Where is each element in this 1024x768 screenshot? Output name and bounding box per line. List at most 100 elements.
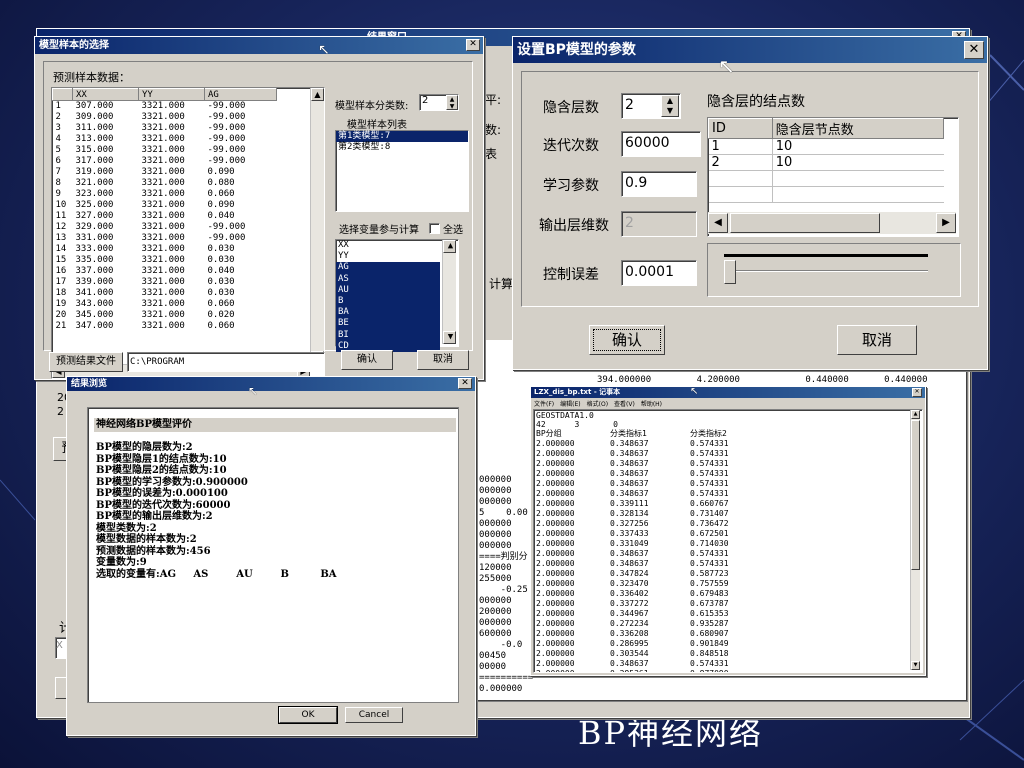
cursor-icon: ↖ [718,54,735,78]
error-slider[interactable] [707,243,961,297]
table-row[interactable]: 14 333.000 3321.000 0.030 [53,244,277,255]
list-item[interactable]: 第2类模型:8 [336,142,468,153]
scroll-up-icon[interactable]: ▲ [443,240,456,253]
table-row[interactable]: 21 347.000 3321.000 0.060 [53,321,277,332]
table-row[interactable] [708,186,944,203]
spin-icon[interactable]: ▲ ▼ [446,95,458,110]
table-row[interactable]: 4 313.000 3321.000 -99.000 [53,134,277,145]
menu-item[interactable]: 帮助(H) [641,401,662,408]
table-row[interactable]: 20 345.000 3321.000 0.020 [53,310,277,321]
table-row[interactable]: 8 321.000 3321.000 0.080 [53,178,277,189]
close-icon[interactable]: ✕ [466,39,480,51]
list-item[interactable]: BE [336,318,440,330]
table-row[interactable]: 12 329.000 3321.000 -99.000 [53,222,277,233]
close-icon[interactable]: ✕ [458,378,472,389]
table-cell[interactable]: 2 [708,154,773,171]
table-row[interactable]: 1 307.000 3321.000 -99.000 [53,101,277,113]
table-row[interactable]: 2 309.000 3321.000 -99.000 [53,112,277,123]
predict-file-button[interactable]: 预测结果文件 [49,352,123,372]
table-row[interactable]: 16 337.000 3321.000 0.040 [53,266,277,277]
list-item[interactable]: YY [336,251,440,262]
list-item[interactable]: XX [336,240,440,251]
table-row[interactable]: 9 323.000 3321.000 0.060 [53,189,277,200]
learning-field[interactable]: 0.9 [621,171,697,197]
table-row[interactable] [708,170,944,187]
list-item[interactable]: BA [336,307,440,319]
bp-cancel-button[interactable]: 取消 [837,325,917,355]
close-icon[interactable]: ✕ [964,41,984,59]
column-header[interactable]: ID [708,118,773,139]
menu-item[interactable]: 查看(V) [614,401,635,408]
column-header[interactable]: AG [204,88,277,101]
scroll-up-icon[interactable]: ▲ [311,88,324,101]
sample-vscrollbar[interactable]: ▲ ▼ [310,88,324,364]
menu-item[interactable]: 格式(O) [587,401,608,408]
sample-cancel-button[interactable]: 取消 [417,350,469,370]
node-hscrollbar[interactable]: ◀ ▶ [708,212,956,234]
select-all-checkbox[interactable] [429,223,440,234]
table-row[interactable]: 15 335.000 3321.000 0.030 [53,255,277,266]
text-line: 2.000000 0.347824 0.587723 [536,569,729,579]
list-item[interactable]: B [336,295,440,308]
list-item[interactable]: AU [336,284,440,296]
list-item[interactable]: 第1类模型:7 [336,131,468,143]
class-count-spinner[interactable]: 2 ▲ ▼ [419,94,459,111]
table-row[interactable]: 18 341.000 3321.000 0.030 [53,288,277,299]
table-row[interactable]: 3 311.000 3321.000 -99.000 [53,123,277,134]
error-field[interactable]: 0.0001 [621,260,697,286]
column-header[interactable]: 隐含层节点数 [771,118,945,139]
table-row[interactable]: 11 327.000 3321.000 0.040 [53,211,277,222]
iterations-field[interactable]: 60000 [621,131,701,157]
scroll-right-icon[interactable]: ▶ [936,213,956,233]
table-cell[interactable]: 1 [708,138,773,155]
table-cell[interactable] [708,186,773,203]
sample-data-grid[interactable]: XX YY AG 1 307.000 3321.000 -99.000 2 309.000 33… [51,87,325,379]
list-item[interactable]: BI [336,329,440,341]
spin-icon[interactable]: ▲ ▼ [661,95,679,117]
bp-ok-button[interactable]: 确认 [589,325,665,355]
file-path-field[interactable]: C:\PROGRAM FILES\RGMAPPC66_65\TEMP\LZX [127,352,325,372]
table-cell[interactable]: 10 [772,138,944,155]
list-item[interactable]: AG [336,262,440,274]
scroll-up-icon[interactable]: ▲ [911,410,920,419]
table-row[interactable]: 7 319.000 3321.000 0.090 [53,167,277,178]
table-row[interactable]: 5 315.000 3321.000 -99.000 [53,145,277,156]
node-grid[interactable]: ID 隐含层节点数 1 10 2 10 ◀ ▶ [707,117,959,237]
slider-thumb[interactable] [724,260,736,284]
column-header[interactable] [52,88,73,101]
variable-vscrollbar[interactable]: ▲ ▼ [442,240,456,344]
table-row[interactable]: 6 317.000 3321.000 -99.000 [53,156,277,167]
text-cell: 0.574331 [690,449,729,458]
result-cancel-button[interactable]: Cancel [345,707,403,723]
table-row[interactable]: 17 339.000 3321.000 0.030 [53,277,277,288]
table-row[interactable]: 13 331.000 3321.000 -99.000 [53,233,277,244]
table-row[interactable]: 2 10 [708,154,944,171]
table-row[interactable]: 10 325.000 3321.000 0.090 [53,200,277,211]
scroll-thumb[interactable] [730,213,880,233]
hidden-layers-spinner[interactable]: 2 ▲ ▼ [621,93,681,119]
table-cell[interactable] [772,186,944,203]
table-cell[interactable] [772,170,944,187]
menu-item[interactable]: 文件(F) [534,401,554,408]
scroll-down-icon[interactable]: ▼ [911,661,920,670]
column-header[interactable]: YY [138,88,205,101]
table-row[interactable]: 1 10 [708,138,944,155]
scroll-thumb[interactable] [911,420,920,570]
table-cell: 341.000 [75,288,114,298]
column-header[interactable]: XX [72,88,139,101]
notepad-title: LZX_dis_bp.txt - 记事本 [531,387,925,398]
variable-list[interactable]: XX YY AG AS AU B BA BE BI CD ▲ ▼ [335,239,459,352]
close-icon[interactable]: ✕ [912,388,922,397]
scroll-left-icon[interactable]: ◀ [708,213,728,233]
list-item[interactable]: AS [336,273,440,285]
result-ok-button[interactable]: OK [278,706,338,724]
menu-item[interactable]: 编辑(E) [560,401,580,408]
notepad-vscrollbar[interactable]: ▲ ▼ [910,410,920,670]
table-cell[interactable]: 10 [772,154,944,171]
scroll-down-icon[interactable]: ▼ [443,331,456,344]
model-list[interactable]: 第1类模型:7 第2类模型:8 [335,130,469,212]
sample-ok-button[interactable]: 确认 [341,350,393,370]
table-row[interactable]: 19 343.000 3321.000 0.060 [53,299,277,310]
table-cell[interactable] [708,170,773,187]
notepad-text[interactable]: GEOSTDATA1.0 42 3 0 BP分组 分类指标1 分类指标2 2.000000… [533,409,923,673]
